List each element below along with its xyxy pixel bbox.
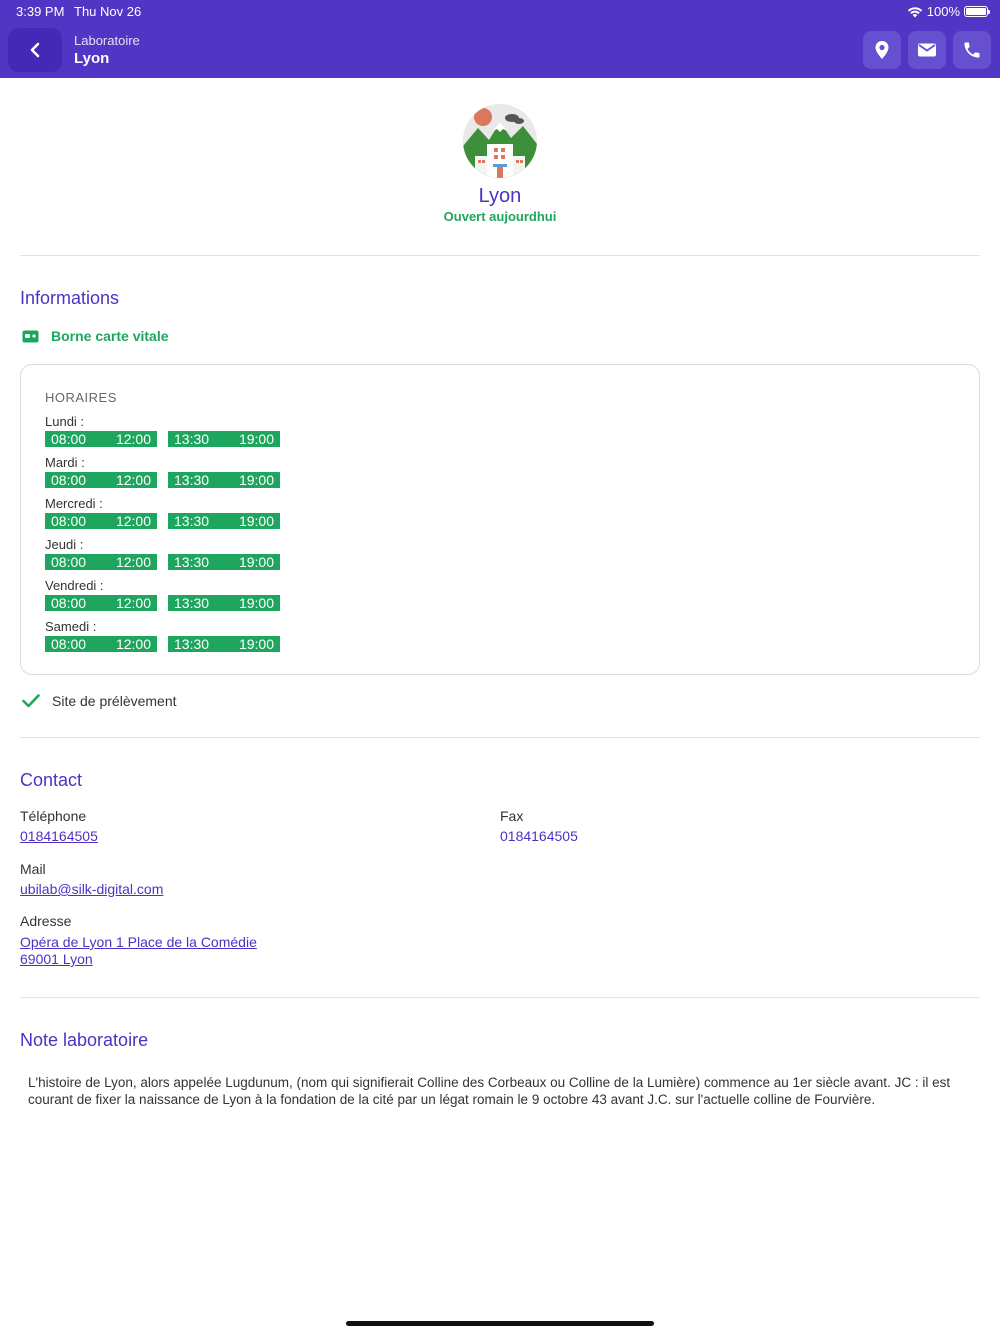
note-text: L'histoire de Lyon, alors appelée Lugdun… — [28, 1075, 951, 1107]
wifi-icon — [907, 6, 922, 17]
vitale-row: Borne carte vitale — [22, 328, 169, 344]
address-link-line1[interactable]: Opéra de Lyon 1 Place de la Comédie — [20, 934, 257, 950]
battery-percent: 100% — [926, 4, 960, 19]
card-icon — [22, 330, 39, 342]
hours-slot-afternoon: 13:30 19:00 — [168, 636, 280, 652]
note-title: Note laboratoire — [20, 1030, 149, 1050]
contact-title: Contact — [20, 770, 83, 790]
hours-slot-morning: 08:00 12:00 — [45, 595, 157, 611]
hours-slot-morning: 08:00 12:00 — [45, 636, 157, 652]
day-row: Samedi : 08:00 12:00 13:30 19:00 — [45, 619, 280, 652]
mail-button[interactable] — [908, 31, 946, 69]
mail-label: Mail — [20, 861, 46, 877]
hours-slot-afternoon: 13:30 19:00 — [168, 472, 280, 488]
nav-title: Laboratoire Lyon — [74, 33, 140, 67]
lab-building-illustration — [463, 104, 537, 178]
phone-link[interactable]: 0184164505 — [20, 828, 98, 844]
location-pin-icon — [875, 41, 889, 59]
day-row: Mercredi : 08:00 12:00 13:30 19:00 — [45, 496, 280, 529]
divider — [20, 737, 980, 738]
status-bar: 3:39 PM Thu Nov 26 100% — [0, 0, 1000, 24]
hours-slot-morning: 08:00 12:00 — [45, 431, 157, 447]
day-row: Jeudi : 08:00 12:00 13:30 19:00 — [45, 537, 280, 570]
day-row: Vendredi : 08:00 12:00 13:30 19:00 — [45, 578, 280, 611]
status-time: 3:39 PM — [16, 4, 65, 19]
status-date: Thu Nov 26 — [74, 4, 142, 19]
prelevement-row: Site de prélèvement — [22, 693, 177, 709]
divider — [20, 997, 980, 998]
hours-slot-afternoon: 13:30 19:00 — [168, 595, 280, 611]
hours-title: HORAIRES — [45, 390, 117, 405]
hours-slot-afternoon: 13:30 19:00 — [168, 431, 280, 447]
hours-slot-afternoon: 13:30 19:00 — [168, 554, 280, 570]
day-label: Vendredi : — [45, 578, 104, 593]
day-label: Lundi : — [45, 414, 85, 429]
hours-slot-morning: 08:00 12:00 — [45, 472, 157, 488]
day-label: Jeudi : — [45, 537, 84, 552]
location-button[interactable] — [863, 31, 901, 69]
day-row: Lundi : 08:00 12:00 13:30 19:00 — [45, 414, 280, 447]
app-header: 3:39 PM Thu Nov 26 100% Laboratoire Lyon — [0, 0, 1000, 78]
informations-title: Informations — [20, 288, 120, 308]
phone-button[interactable] — [953, 31, 991, 69]
day-label: Samedi : — [45, 619, 97, 634]
phone-icon — [964, 42, 980, 58]
day-label: Mardi : — [45, 455, 85, 470]
fax-value: 0184164505 — [500, 828, 578, 844]
hours-slot-morning: 08:00 12:00 — [45, 554, 157, 570]
divider — [20, 255, 980, 256]
home-indicator[interactable] — [346, 1321, 654, 1326]
lab-avatar — [463, 104, 537, 178]
lab-open-status: Ouvert aujourdhui — [443, 209, 557, 224]
chevron-left-icon — [30, 42, 40, 58]
prelevement-label: Site de prélèvement — [52, 693, 177, 709]
day-label: Mercredi : — [45, 496, 103, 511]
hours-card: HORAIRES Lundi : 08:00 12:00 13:30 19:00 M… — [20, 364, 980, 675]
nav-subtitle: Laboratoire — [74, 33, 140, 48]
vitale-label: Borne carte vitale — [51, 328, 169, 344]
address-label: Adresse — [20, 913, 72, 929]
mail-icon — [918, 43, 936, 57]
check-icon — [22, 694, 40, 708]
status-indicators: 100% — [907, 4, 990, 19]
battery-icon — [964, 6, 990, 17]
fax-label: Fax — [500, 808, 524, 824]
nav-main-title: Lyon — [74, 50, 110, 67]
address-link-line2[interactable]: 69001 Lyon — [20, 951, 93, 967]
day-row: Mardi : 08:00 12:00 13:30 19:00 — [45, 455, 280, 488]
phone-label: Téléphone — [20, 808, 87, 824]
mail-link[interactable]: ubilab@silk-digital.com — [20, 881, 163, 897]
back-button[interactable] — [8, 28, 62, 72]
hours-slot-morning: 08:00 12:00 — [45, 513, 157, 529]
hours-slot-afternoon: 13:30 19:00 — [168, 513, 280, 529]
lab-name: Lyon — [478, 185, 522, 207]
